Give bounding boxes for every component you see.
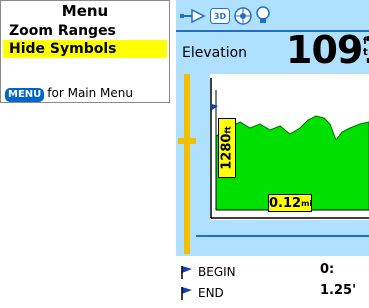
menu-hint: MENU for Main Menu: [5, 85, 134, 102]
vertical-scale-slider[interactable]: [178, 74, 196, 254]
elevation-unit: f t: [363, 36, 369, 58]
flag-icon: [181, 287, 192, 300]
3d-fix-label: 3D: [213, 11, 227, 21]
x-scale-label-box: 0.12mi: [268, 194, 312, 212]
gps-signal-icon: [180, 6, 206, 26]
end-value: 1.25': [320, 283, 357, 298]
x-scale-unit: mi: [301, 199, 313, 208]
3d-fix-icon: 3D: [210, 6, 230, 26]
menu-item-zoom-ranges[interactable]: Zoom Ranges: [3, 22, 167, 40]
lightbulb-icon: [256, 6, 270, 26]
end-label: END: [198, 286, 224, 300]
begin-label: BEGIN: [198, 265, 236, 279]
y-scale-label: 1280: [219, 133, 235, 170]
y-scale-label-box: 1280ft: [218, 118, 236, 178]
menu-item-hide-symbols[interactable]: Hide Symbols: [3, 40, 167, 58]
context-menu: Menu Zoom Ranges Hide Symbols MENU for Ma…: [0, 0, 170, 103]
route-info-rows: BEGIN 0: END 1.25': [176, 256, 369, 308]
menu-title: Menu: [61, 2, 109, 20]
device-screen: 3D Elevation 1091 f t: [176, 0, 369, 308]
elevation-value: 1091: [286, 28, 369, 72]
x-scale-label: 0.12: [269, 196, 302, 211]
menu-hint-text: for Main Menu: [47, 86, 134, 100]
satellite-icon: [234, 6, 252, 26]
end-row[interactable]: END 1.25': [180, 283, 369, 303]
elevation-unit-text: f t: [363, 36, 368, 58]
elevation-label: Elevation: [182, 45, 248, 61]
menu-key-icon: MENU: [5, 88, 45, 102]
begin-value: 0:: [320, 262, 335, 277]
y-scale-unit: ft: [223, 126, 233, 134]
flag-icon: [181, 266, 192, 279]
begin-row[interactable]: BEGIN 0:: [180, 262, 369, 282]
elevation-profile-plot: 1280ft 0.12mi: [210, 74, 369, 220]
horizontal-scroll-slider[interactable]: [196, 228, 369, 240]
